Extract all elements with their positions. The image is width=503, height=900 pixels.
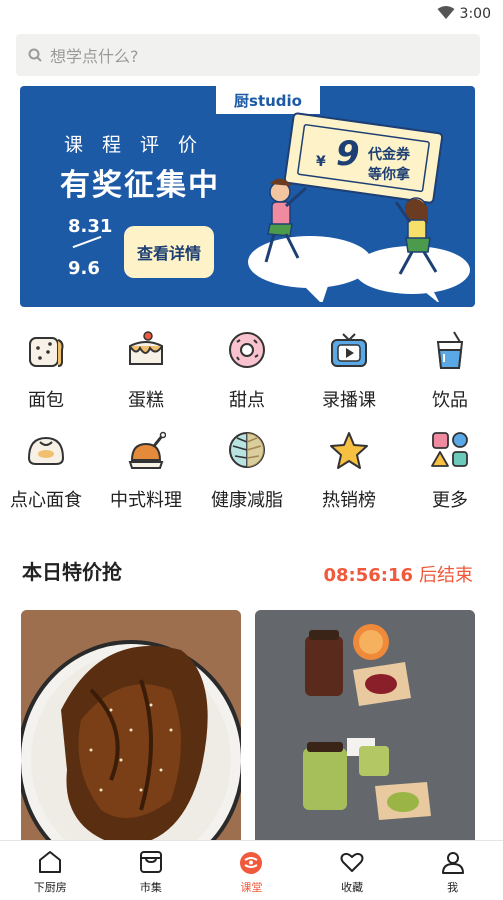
category-label: 甜点 [229,390,265,411]
category-label: 录播课 [322,390,376,411]
shapes-icon [431,432,468,467]
promo-banner[interactable]: 厨studio 课程评价 有奖征集中 8.31 9.6 查看详情 ¥ 9 代金券 [20,86,475,307]
banner-kicker: 课程评价 [64,134,217,156]
home-icon [39,851,62,873]
heart-icon [340,852,364,872]
category-label: 点心面食 [10,490,82,511]
search-icon [28,48,42,62]
category-healthy[interactable]: 健康减脂 [197,430,297,512]
tv-play-icon [331,333,367,367]
category-label: 蛋糕 [128,390,164,411]
countdown-suffix: 后结束 [419,565,473,586]
status-time: 3:00 [459,6,491,22]
banner-headline: 有奖征集中 [60,168,220,203]
market-icon [139,851,162,873]
user-icon [441,852,464,874]
wifi-icon [437,6,455,19]
countdown-time: 08:56:16 [323,565,413,586]
tab-favorites[interactable]: 收藏 [302,841,403,900]
classroom-icon [240,852,263,874]
tab-label: 市集 [139,881,162,894]
deal-card-matcha[interactable] [255,610,475,846]
tab-kitchen[interactable]: 下厨房 [0,841,101,900]
tab-label: 课堂 [240,881,263,894]
leaf-icon [229,432,265,468]
category-label: 更多 [432,490,468,511]
section-title-daily-deals: 本日特价抢 [22,560,122,584]
category-label: 热销榜 [322,490,376,511]
banner-date-end: 9.6 [68,258,100,279]
category-drinks[interactable]: 饮品 [400,330,500,412]
category-bestsellers[interactable]: 热销榜 [299,430,399,512]
deal-card-fish[interactable] [21,610,241,846]
category-recorded-course[interactable]: 录播课 [299,330,399,412]
braised-fish-photo [21,610,241,846]
bread-icon [29,337,64,367]
tab-profile[interactable]: 我 [402,841,503,900]
view-details-button[interactable]: 查看详情 [124,226,214,278]
countdown: 08:56:16 后结束 [323,561,473,587]
drink-icon [436,331,464,369]
bottom-tab-bar: 下厨房 市集 课堂 收藏 我 [0,840,503,900]
coupon-line-2: 等你拿 [368,167,410,183]
search-input[interactable]: 想学点什么? [16,34,480,76]
date-divider [72,235,102,249]
category-label: 饮品 [432,390,468,411]
donut-icon [229,332,265,368]
matcha-spread-photo [255,610,475,846]
steamed-bun-icon [27,436,65,465]
tab-label: 收藏 [341,881,364,894]
banner-date-start: 8.31 [68,216,113,237]
category-bread[interactable]: 面包 [0,330,96,412]
roast-chicken-icon [128,431,167,469]
category-label: 中式料理 [110,490,182,511]
category-label: 健康减脂 [211,490,283,511]
category-label: 面包 [28,390,64,411]
coupon-amount: 9 [336,134,360,174]
category-chinese-cuisine[interactable]: 中式料理 [96,430,196,512]
tab-label: 下厨房 [33,881,67,894]
status-bar: 3:00 [0,0,503,28]
coupon-line-1: 代金券 [368,147,410,163]
category-cake[interactable]: 蛋糕 [96,330,196,412]
category-dim-sum[interactable]: 点心面食 [0,430,96,512]
category-dessert[interactable]: 甜点 [197,330,297,412]
tab-market[interactable]: 市集 [101,841,202,900]
tab-label: 我 [447,881,459,894]
star-icon [330,432,368,469]
studio-logo: 厨studio [216,86,320,114]
tab-classroom[interactable]: 课堂 [201,841,302,900]
cake-icon [129,331,163,365]
coupon-currency: ¥ [316,154,326,170]
search-placeholder: 想学点什么? [50,47,139,66]
category-more[interactable]: 更多 [400,430,500,512]
